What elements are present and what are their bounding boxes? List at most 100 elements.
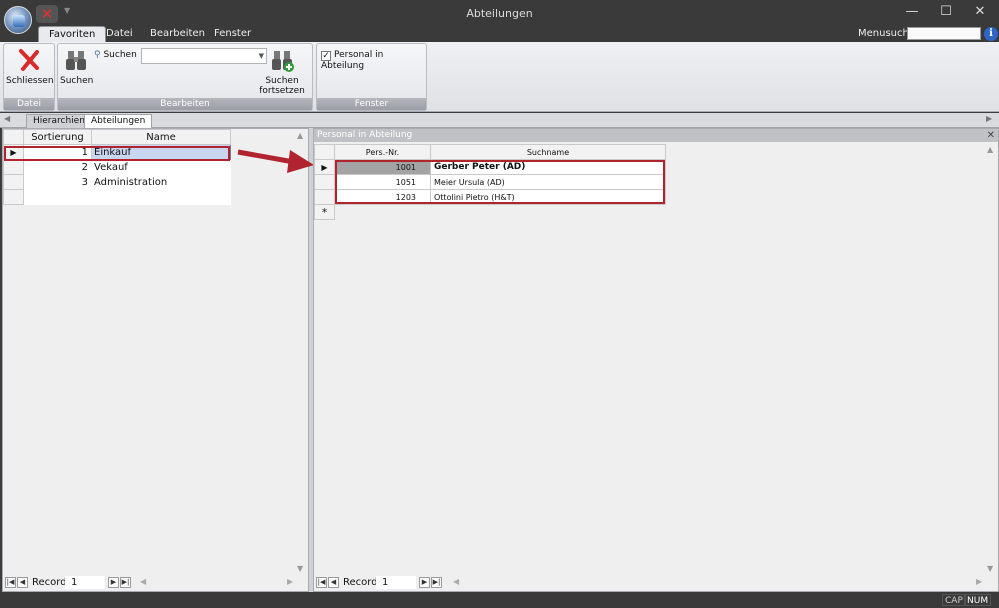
- hscroll-right-icon[interactable]: ▶: [287, 577, 293, 586]
- tab-datei[interactable]: Datei: [96, 26, 143, 42]
- table-row[interactable]: 2 Vekauf: [3, 159, 231, 175]
- close-x-icon: [19, 49, 39, 71]
- maximize-button[interactable]: ☐: [929, 2, 963, 22]
- personal-pane: Personal in Abteilung ✕ Pers.-Nr. Suchna…: [313, 128, 999, 592]
- tabs-scroll-right-icon[interactable]: ▶: [986, 114, 992, 123]
- first-record-icon[interactable]: |◀: [5, 577, 16, 588]
- table-row[interactable]: 3 Administration: [3, 174, 231, 190]
- binoculars-icon: [66, 51, 86, 70]
- right-vertical-scrollbar[interactable]: ▲ ▼: [986, 143, 998, 575]
- group-datei: Schliessen Datei: [3, 43, 55, 111]
- left-vertical-scrollbar[interactable]: ▲ ▼: [296, 129, 308, 575]
- red-arrow-annotation: [237, 149, 314, 173]
- suchen-small-label: Suchen: [103, 50, 137, 60]
- hscroll-left-icon[interactable]: ◀: [453, 577, 459, 586]
- cell-empty[interactable]: [23, 189, 92, 205]
- menusuche-input[interactable]: [907, 27, 981, 40]
- next-record-icon[interactable]: ▶: [419, 577, 430, 588]
- ribbon-tab-row: Favoriten Datei Bearbeiten Fenster Menus…: [0, 26, 999, 43]
- schliessen-button[interactable]: Schliessen: [6, 48, 54, 86]
- checkbox-checked-icon: ✓: [321, 51, 331, 61]
- cell-name[interactable]: Einkauf: [91, 144, 231, 160]
- abteilungen-grid: Sortierung Name ▶ 1 Einkauf 2 Vekauf 3 A…: [3, 129, 231, 205]
- cell-pers-nr[interactable]: 1203: [334, 189, 431, 205]
- row-selector[interactable]: [3, 189, 24, 205]
- new-record-marker[interactable]: *: [314, 204, 335, 220]
- table-row[interactable]: 1051 Meier Ursula (AD): [314, 174, 666, 190]
- record-label: Record: [343, 577, 378, 588]
- cell-sortierung[interactable]: 3: [23, 174, 92, 190]
- left-record-navigator: |◀ ◀ Record 1 ▶ ▶| ◀ ▶: [3, 575, 308, 591]
- cell-suchname[interactable]: Ottolini Pietro (H&T): [430, 189, 666, 205]
- suchen-fortsetzen-button[interactable]: Suchen fortsetzen: [254, 48, 310, 96]
- hscroll-left-icon[interactable]: ◀: [140, 577, 146, 586]
- next-record-icon[interactable]: ▶: [108, 577, 119, 588]
- doctab-abteilungen[interactable]: Abteilungen: [84, 114, 153, 129]
- cell-empty: [334, 204, 431, 220]
- tabs-scroll-left-icon[interactable]: ◀: [4, 114, 10, 123]
- app-menu-orb-icon[interactable]: [4, 6, 32, 34]
- current-row-pointer-icon[interactable]: ▶: [3, 144, 24, 160]
- last-record-icon[interactable]: ▶|: [431, 577, 442, 588]
- col-header-pers-nr[interactable]: Pers.-Nr.: [334, 144, 431, 160]
- window-title: Abteilungen: [466, 7, 533, 20]
- group-bearbeiten: Suchen ⚲ Suchen ▼ Suchen fortsetzen Bear…: [57, 43, 313, 111]
- row-selector[interactable]: [314, 174, 335, 190]
- group-bearbeiten-label: Bearbeiten: [58, 98, 312, 110]
- suchen-button[interactable]: Suchen: [60, 48, 93, 86]
- hscroll-right-icon[interactable]: ▶: [976, 577, 982, 586]
- col-header-sortierung[interactable]: Sortierung: [23, 129, 92, 145]
- scroll-down-icon[interactable]: ▼: [987, 564, 993, 573]
- new-row[interactable]: *: [314, 204, 666, 220]
- personal-in-abteilung-checkbox[interactable]: ✓ Personal in Abteilung: [321, 50, 426, 71]
- scroll-down-icon[interactable]: ▼: [297, 564, 303, 573]
- table-row[interactable]: 1203 Ottolini Pietro (H&T): [314, 189, 666, 205]
- row-selector[interactable]: [314, 189, 335, 205]
- cell-pers-nr[interactable]: 1051: [334, 174, 431, 190]
- status-bar: CAP NUM: [0, 592, 999, 608]
- cell-empty[interactable]: [91, 189, 231, 205]
- current-row-pointer-icon[interactable]: ▶: [314, 159, 335, 175]
- caps-lock-indicator: CAP: [942, 594, 966, 606]
- group-datei-label: Datei: [4, 98, 54, 110]
- record-number-input[interactable]: 1: [65, 576, 105, 589]
- first-record-icon[interactable]: |◀: [316, 577, 327, 588]
- tab-fenster[interactable]: Fenster: [204, 26, 261, 42]
- suchen-small-button[interactable]: ⚲ Suchen: [94, 50, 137, 60]
- doctab-hierarchien[interactable]: Hierarchien: [26, 114, 92, 128]
- prev-record-icon[interactable]: ◀: [17, 577, 28, 588]
- col-header-name[interactable]: Name: [91, 129, 231, 145]
- last-record-icon[interactable]: ▶|: [120, 577, 131, 588]
- cell-empty: [430, 204, 666, 220]
- table-row[interactable]: ▶ 1 Einkauf: [3, 144, 231, 160]
- personal-grid: Pers.-Nr. Suchname ▶ 1001 Gerber Peter (…: [314, 144, 666, 220]
- scroll-up-icon[interactable]: ▲: [297, 131, 303, 140]
- help-icon[interactable]: i: [984, 27, 998, 41]
- document-tab-strip: ◀ Hierarchien Abteilungen ▶: [0, 113, 999, 129]
- scroll-up-icon[interactable]: ▲: [987, 145, 993, 154]
- cell-sortierung[interactable]: 2: [23, 159, 92, 175]
- right-record-navigator: |◀ ◀ Record 1 ▶ ▶| ◀ ▶: [314, 575, 998, 591]
- cell-suchname[interactable]: Gerber Peter (AD): [430, 159, 666, 175]
- cell-sortierung[interactable]: 1: [23, 144, 92, 160]
- prev-record-icon[interactable]: ◀: [328, 577, 339, 588]
- cell-pers-nr[interactable]: 1001: [334, 159, 431, 175]
- record-number-input[interactable]: 1: [376, 576, 416, 589]
- schliessen-label: Schliessen: [6, 76, 54, 86]
- row-selector[interactable]: [3, 174, 24, 190]
- personal-panel-title: Personal in Abteilung: [317, 130, 413, 140]
- suchen-combo[interactable]: ▼: [141, 48, 267, 64]
- table-row[interactable]: ▶ 1001 Gerber Peter (AD): [314, 159, 666, 175]
- close-window-button[interactable]: ✕: [963, 2, 997, 22]
- group-fenster-label: Fenster: [317, 98, 426, 110]
- abteilungen-pane: Sortierung Name ▶ 1 Einkauf 2 Vekauf 3 A…: [2, 128, 309, 592]
- panel-close-icon[interactable]: ✕: [987, 129, 995, 142]
- fortsetzen-line1: Suchen: [265, 76, 299, 86]
- row-selector[interactable]: [3, 159, 24, 175]
- cell-name[interactable]: Vekauf: [91, 159, 231, 175]
- col-header-suchname[interactable]: Suchname: [430, 144, 666, 160]
- cell-suchname[interactable]: Meier Ursula (AD): [430, 174, 666, 190]
- cell-name[interactable]: Administration: [91, 174, 231, 190]
- minimize-button[interactable]: —: [895, 2, 929, 22]
- new-row[interactable]: [3, 189, 231, 205]
